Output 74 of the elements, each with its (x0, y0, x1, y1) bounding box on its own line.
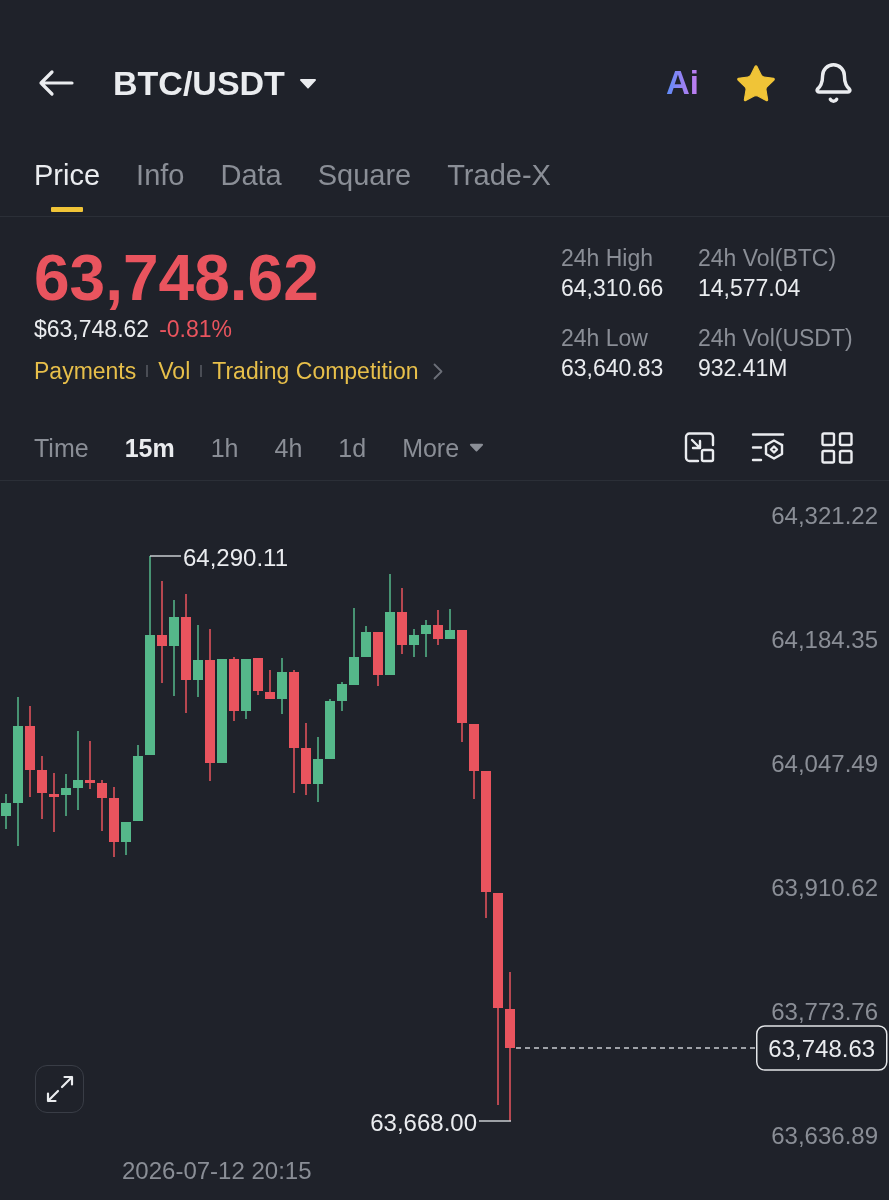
tag-link[interactable]: Payments (34, 356, 137, 386)
fiat-price: $63,748.62 (34, 315, 150, 344)
interval-tab[interactable]: Time (34, 432, 89, 463)
chevron-right-icon[interactable] (432, 362, 443, 380)
candle (1, 794, 11, 829)
price-axis-label: 64,321.22 (771, 501, 878, 529)
high-price-label: 64,290.11 (183, 543, 288, 571)
tab[interactable]: Trade-X (447, 158, 551, 216)
candle (253, 658, 263, 695)
candle (121, 822, 131, 855)
stat-value: 932.41M (698, 354, 789, 383)
lines-hexagon-icon[interactable] (751, 432, 785, 463)
candle (421, 620, 431, 657)
price-axis-label: 63,910.62 (771, 873, 878, 901)
candle (193, 625, 203, 697)
candle (37, 756, 47, 819)
pair-selector-button[interactable]: BTC/USDT (113, 63, 317, 103)
price-axis-label: 63,773.76 (771, 997, 878, 1025)
candle (277, 658, 287, 714)
expand-arrows-icon (45, 1075, 74, 1103)
candle (49, 773, 59, 832)
tag-link[interactable]: Vol (158, 356, 191, 386)
interval-tab[interactable]: 4h (274, 432, 303, 463)
stat-label: 24h High (561, 244, 655, 273)
stat-value: 64,310.66 (561, 274, 665, 303)
grid-icon[interactable] (821, 431, 853, 464)
interval-tab[interactable]: 1h (210, 432, 239, 463)
current-price-tag: 63,748.63 (756, 1025, 888, 1071)
candle (397, 588, 407, 654)
candle (85, 741, 95, 789)
stat-label: 24h Vol(BTC) (698, 244, 838, 273)
tag-link[interactable]: Trading Competition (212, 356, 419, 386)
tab[interactable]: Price (34, 158, 101, 216)
candle (373, 632, 383, 686)
caret-down-icon (298, 77, 317, 89)
price-axis-label: 63,636.89 (771, 1121, 878, 1149)
candle (61, 774, 71, 816)
leader-line (149, 555, 182, 557)
notification-bell-icon[interactable] (815, 63, 852, 103)
price-change: -0.81% (159, 315, 232, 344)
last-price: 63,748.62 (34, 246, 320, 310)
candle (109, 787, 119, 857)
tab[interactable]: Info (136, 158, 185, 216)
interval-dropdown[interactable]: More (402, 432, 485, 463)
candle (241, 659, 251, 719)
star-icon[interactable] (737, 64, 775, 102)
stat-value: 14,577.04 (698, 274, 802, 303)
back-arrow-icon[interactable] (38, 69, 74, 97)
candle (97, 780, 107, 831)
expand-button[interactable] (35, 1065, 84, 1113)
window-arrow-icon[interactable] (684, 432, 715, 463)
tab[interactable]: Square (317, 158, 412, 216)
low-price-label: 63,668.00 (370, 1108, 477, 1136)
candle (409, 629, 419, 657)
candle (265, 670, 275, 699)
caret-down-icon (469, 443, 485, 452)
tab[interactable]: Data (220, 158, 282, 216)
candle (229, 657, 239, 721)
interval-tab[interactable]: 15m (124, 432, 175, 463)
candle (313, 737, 323, 802)
candle (337, 682, 347, 711)
time-axis-label: 2026-07-12 20:15 (122, 1156, 312, 1184)
price-axis-label: 64,184.35 (771, 625, 878, 653)
stat-label: 24h Low (561, 324, 649, 353)
candle (325, 699, 335, 759)
price-axis-label: 64,047.49 (771, 749, 878, 777)
stat-label: 24h Vol(USDT) (698, 324, 854, 353)
interval-tab[interactable]: 1d (338, 432, 367, 463)
candle (433, 610, 443, 645)
candle (361, 626, 371, 657)
stat-value: 63,640.83 (561, 354, 665, 383)
candle (301, 723, 311, 795)
candle (445, 609, 455, 639)
leader-line (478, 1120, 512, 1122)
